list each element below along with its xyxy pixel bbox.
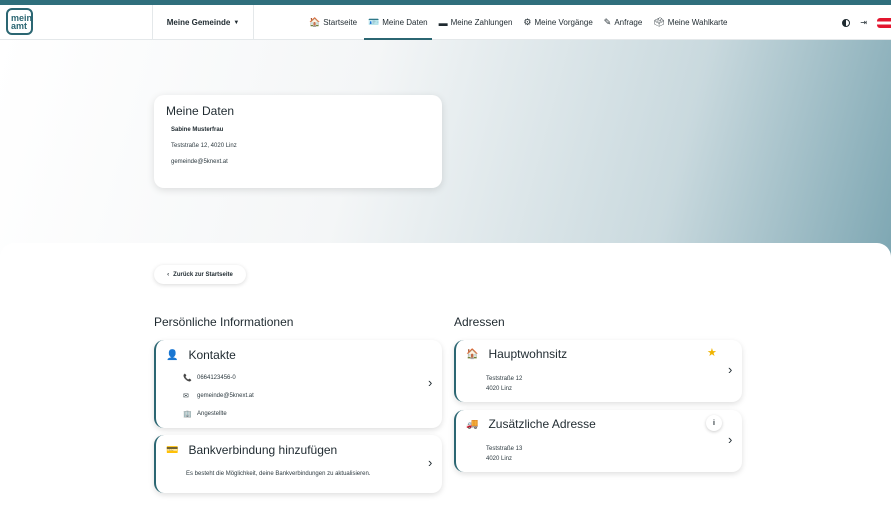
chevron-right-icon: › [728,362,733,377]
meinamt-logo[interactable]: mein amt [6,8,33,35]
contacts-card[interactable]: 👤 Kontakte 📞 0664123456-0 ✉ gemeinde@5kn… [154,340,442,428]
bank-title: Bankverbindung hinzufügen [188,443,338,457]
municipality-label: Meine Gemeinde [166,18,231,27]
main-residence-city: 4020 Linz [486,386,513,392]
main-residence-card[interactable]: 🏠 Hauptwohnsitz ★ Teststraße 12 4020 Lin… [454,340,742,402]
nav-actions: ⇥ [842,5,891,40]
additional-address-card[interactable]: 🚚 Zusätzliche Adresse i Teststraße 13 40… [454,410,742,472]
addresses-title: Adressen [454,315,505,329]
file-signature-icon: ✎ [603,17,612,27]
bank-description: Es besteht die Möglichkeit, deine Bankve… [186,471,371,477]
logout-icon[interactable]: ⇥ [860,18,867,27]
back-to-home-button[interactable]: ‹ Zurück zur Startseite [154,265,246,284]
profile-email: gemeinde@5knext.at [171,159,228,165]
contact-phone: 0664123456-0 [197,375,236,381]
chevron-right-icon: › [428,375,433,390]
content-sheet [0,243,891,526]
chevron-right-icon: › [428,455,433,470]
municipality-dropdown[interactable]: Meine Gemeinde ▼ [152,5,254,40]
id-card-icon: 🪪 [368,17,380,27]
contrast-toggle-icon[interactable] [842,18,851,27]
user-icon: 👤 [166,349,179,361]
personal-info-title: Persönliche Informationen [154,315,294,329]
chevron-left-icon: ‹ [167,271,170,278]
contacts-title: Kontakte [188,348,236,362]
austria-flag-icon[interactable] [877,17,891,28]
additional-address-city: 4020 Linz [486,456,513,462]
envelope-icon: ✉ [183,393,189,400]
ballot-icon: 🗳 [653,17,665,27]
chevron-right-icon: › [728,432,733,447]
info-button[interactable]: i [706,415,722,431]
main-residence-title: Hauptwohnsitz [488,347,568,361]
hero-background [0,40,891,260]
nav-item-meine-zahlungen[interactable]: ▬ Meine Zahlungen [438,5,514,40]
truck-moving-icon: 🚚 [466,418,479,430]
star-icon[interactable]: ★ [707,346,717,359]
home-icon: 🏠 [309,17,321,27]
main-residence-street: Teststraße 12 [486,376,523,382]
profile-address: Teststraße 12, 4020 Linz [171,143,237,149]
profile-title: Meine Daten [166,104,235,118]
contact-occupation: Angestellte [197,411,227,417]
nav-item-anfrage[interactable]: ✎ Anfrage [603,5,644,40]
additional-address-street: Teststraße 13 [486,446,523,452]
nav-item-meine-wahlkarte[interactable]: 🗳 Meine Wahlkarte [652,5,728,40]
profile-card: Meine Daten Sabine Musterfrau Teststraße… [154,95,442,188]
contact-email: gemeinde@5knext.at [197,393,254,399]
phone-icon: 📞 [183,375,192,382]
nav-item-meine-vorgaenge[interactable]: ⚙ Meine Vorgänge [522,5,593,40]
gears-icon: ⚙ [523,17,532,27]
money-check-icon: 💳 [166,444,179,456]
additional-address-title: Zusätzliche Adresse [488,417,596,431]
building-icon: 🏢 [183,411,192,418]
profile-name: Sabine Musterfrau [171,127,224,133]
nav-item-startseite[interactable]: 🏠 Startseite [308,5,358,40]
main-nav: 🏠 Startseite 🪪 Meine Daten ▬ Meine Zahlu… [308,5,729,40]
house-user-icon: 🏠 [466,348,479,360]
navbar: mein amt Meine Gemeinde ▼ 🏠 Startseite 🪪… [0,5,891,40]
caret-down-icon: ▼ [233,19,240,26]
bank-account-card[interactable]: 💳 Bankverbindung hinzufügen Es besteht d… [154,435,442,493]
nav-item-meine-daten[interactable]: 🪪 Meine Daten [364,5,432,40]
credit-card-icon: ▬ [438,17,448,28]
